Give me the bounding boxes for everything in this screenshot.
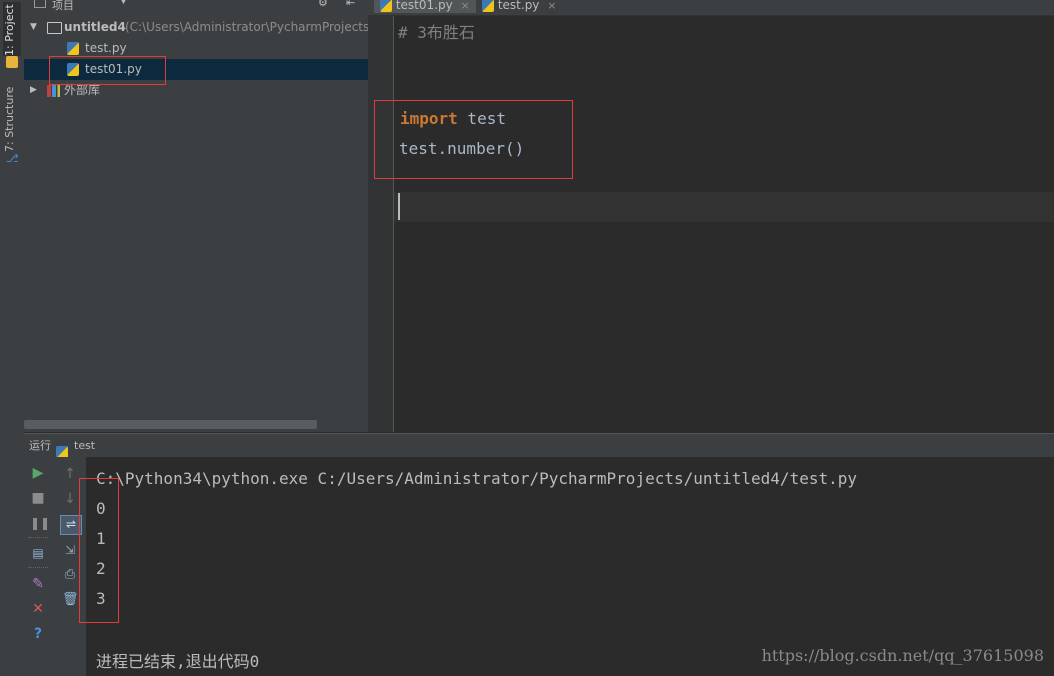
close-icon[interactable]: × bbox=[461, 0, 470, 12]
structure-icon: ⎇ bbox=[6, 152, 19, 165]
editor-gutter bbox=[368, 16, 394, 432]
scroll-to-end-icon[interactable]: ⇲ bbox=[62, 542, 78, 558]
project-icon bbox=[6, 56, 18, 68]
toolbar-divider bbox=[28, 567, 48, 568]
restore-layout-icon[interactable]: ▤ bbox=[30, 545, 46, 561]
project-tool-tab[interactable]: 1: Project bbox=[3, 2, 21, 56]
folder-icon bbox=[47, 17, 62, 38]
toolbar-divider bbox=[28, 537, 48, 538]
code-comment-line: # 3布胜石 bbox=[398, 23, 475, 42]
trash-icon[interactable]: 🗑 bbox=[62, 592, 79, 608]
expand-arrow-icon[interactable]: ▶ bbox=[30, 80, 37, 101]
project-panel-header: 项目 ▼ ⚙ ⇤ bbox=[24, 0, 368, 12]
scroll-up-icon[interactable]: ↑ bbox=[62, 466, 78, 482]
root-folder-name: untitled4 bbox=[64, 20, 126, 34]
project-view-label[interactable]: 项目 bbox=[52, 0, 74, 13]
tree-root[interactable]: ▼ untitled4 (C:\Users\Administrator\Pych… bbox=[24, 17, 373, 38]
project-horizontal-scrollbar[interactable] bbox=[24, 420, 317, 429]
python-file-icon bbox=[380, 0, 392, 12]
pin-icon[interactable]: ✎ bbox=[30, 576, 46, 592]
tool-window-strip: 1: Project 7: Structure ⎇ bbox=[0, 0, 25, 676]
stop-icon[interactable]: ■ bbox=[30, 490, 46, 506]
code-editor[interactable] bbox=[394, 16, 1054, 432]
run-config-name[interactable]: test bbox=[74, 434, 95, 458]
root-folder-path: (C:\Users\Administrator\PycharmProjects\ bbox=[125, 20, 374, 34]
gear-icon[interactable]: ⚙ bbox=[318, 0, 328, 9]
watermark-text: https://blog.csdn.net/qq_37615098 bbox=[761, 646, 1044, 665]
rerun-icon[interactable]: ▶ bbox=[30, 465, 46, 481]
close-icon[interactable]: × bbox=[547, 0, 556, 12]
run-panel-header: 运行 test bbox=[24, 433, 1054, 459]
tab-test01[interactable]: test01.py × bbox=[374, 0, 476, 13]
current-line-highlight bbox=[394, 192, 1054, 222]
expand-arrow-icon[interactable]: ▼ bbox=[30, 17, 37, 38]
console-command-line: C:\Python34\python.exe C:/Users/Administ… bbox=[96, 469, 857, 488]
tab-label: test.py bbox=[497, 0, 540, 12]
highlight-box-code bbox=[374, 100, 573, 179]
structure-tool-tab[interactable]: 7: Structure bbox=[3, 87, 21, 152]
editor-tab-bar: test01.py × test.py × bbox=[368, 0, 1054, 16]
help-icon[interactable]: ? bbox=[30, 626, 46, 642]
tab-label: test01.py bbox=[395, 0, 453, 12]
console-output[interactable]: C:\Python34\python.exe C:/Users/Administ… bbox=[86, 457, 1054, 676]
project-view-icon bbox=[34, 0, 46, 8]
run-toolbar-primary: ▶ ■ ❚❚ ▤ ✎ ✕ ? bbox=[24, 457, 53, 676]
close-run-icon[interactable]: ✕ bbox=[30, 601, 46, 617]
pause-icon[interactable]: ❚❚ bbox=[30, 515, 50, 531]
print-icon[interactable]: ⎙ bbox=[62, 567, 78, 583]
tab-test[interactable]: test.py × bbox=[476, 0, 562, 13]
view-dropdown-icon[interactable]: ▼ bbox=[120, 0, 127, 6]
python-file-icon bbox=[482, 0, 494, 12]
highlight-box-file bbox=[49, 56, 166, 85]
scroll-down-icon[interactable]: ↓ bbox=[62, 491, 78, 507]
console-exit-message: 进程已结束,退出代码0 bbox=[96, 652, 260, 671]
collapse-icon[interactable]: ⇤ bbox=[346, 0, 355, 9]
run-panel-label: 运行 bbox=[29, 439, 51, 452]
text-caret bbox=[398, 193, 400, 220]
highlight-box-output bbox=[79, 478, 119, 623]
